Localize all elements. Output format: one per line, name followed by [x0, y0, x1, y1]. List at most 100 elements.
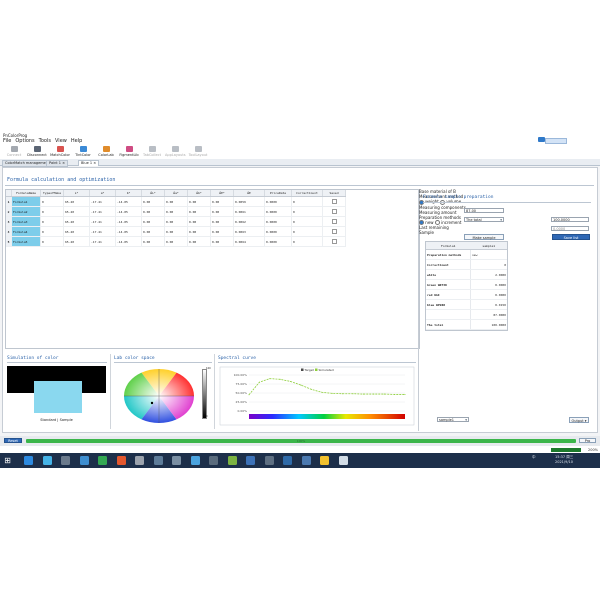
- grid-cell[interactable]: 0.00: [164, 216, 188, 227]
- table-row[interactable]: CorrectCount 0: [426, 259, 507, 270]
- toolbar-tabcollect-button[interactable]: TabCollect: [142, 146, 162, 158]
- grid-cell[interactable]: -14.05: [115, 206, 142, 217]
- grid-cell[interactable]: 0.0062: [233, 216, 265, 227]
- make-sample-button[interactable]: Make sample: [464, 234, 504, 240]
- grid-cell[interactable]: Formula1: [11, 196, 41, 207]
- toolbar-tintcolor-button[interactable]: TintColor: [73, 146, 93, 158]
- grid-cell[interactable]: -17.41: [89, 196, 116, 207]
- grid-cell[interactable]: 0.0000: [264, 226, 292, 237]
- grid-cell[interactable]: 0.00: [141, 196, 165, 207]
- taskbar-app-icon[interactable]: [42, 456, 52, 465]
- sample-select[interactable]: sample1: [437, 417, 469, 423]
- sample-row-value[interactable]: 0: [470, 259, 507, 270]
- grid-cell[interactable]: 0: [40, 196, 64, 207]
- grid-cell[interactable]: 0.0061: [233, 206, 265, 217]
- output-button[interactable]: Output ▾: [569, 417, 589, 423]
- taskbar-app-icon[interactable]: [24, 456, 33, 465]
- taskbar-app-icon[interactable]: [61, 456, 70, 465]
- table-row[interactable]: blue WP900 0.0150: [426, 299, 507, 310]
- saved-checkbox[interactable]: [331, 228, 337, 234]
- grid-cell[interactable]: 0.0000: [264, 236, 292, 247]
- sample-row-value[interactable]: 100.0000: [470, 319, 507, 330]
- grid-cell[interactable]: 0.00: [141, 206, 165, 217]
- sample-row-value[interactable]: 87.0000: [470, 309, 507, 320]
- grid-cell[interactable]: -14.05: [115, 236, 142, 247]
- formula-grid[interactable]: FormulaName TypeofMake L* a* b* ΔL* Δa* Δb* ΔE* Δ…: [5, 189, 420, 349]
- tray-date[interactable]: 2021/9/10: [555, 460, 573, 464]
- toolbar-connect-button[interactable]: Connect: [4, 146, 24, 158]
- windows-start-icon[interactable]: ⊞: [3, 456, 12, 465]
- grid-cell[interactable]: 0: [291, 236, 323, 247]
- toolbar-disconnect-button[interactable]: Disconnect: [27, 146, 47, 158]
- grid-cell[interactable]: 0: [291, 206, 323, 217]
- grid-cell[interactable]: 0.00: [141, 236, 165, 247]
- sample-row-value[interactable]: 0.0150: [470, 299, 507, 310]
- last-remaining-input[interactable]: 0.0000: [551, 226, 589, 231]
- grid-cell[interactable]: Formula4: [11, 226, 41, 237]
- table-row[interactable]: 2 Formula2 0 65.40 -17.41 -14.05 0.00 0.00 0.00 0…: [6, 206, 346, 217]
- grid-cell[interactable]: 0.00: [210, 226, 234, 237]
- grid-cell[interactable]: 65.40: [63, 206, 90, 217]
- grid-cell[interactable]: 0.00: [210, 206, 234, 217]
- taskbar-app-icon[interactable]: [153, 456, 163, 465]
- menu-file[interactable]: File: [3, 138, 11, 144]
- grid-cell[interactable]: -17.41: [89, 236, 116, 247]
- sample-row-value[interactable]: 2.0000: [470, 269, 507, 280]
- base-material-input[interactable]: 87.00: [464, 208, 504, 213]
- taskbar-app-icon[interactable]: [320, 456, 329, 465]
- table-row[interactable]: 3 Formula3 0 65.40 -17.41 -14.05 0.00 0.00 0.00 0…: [6, 216, 346, 227]
- grid-cell[interactable]: 0.00: [164, 236, 188, 247]
- grid-cell[interactable]: 0: [291, 216, 323, 227]
- grid-cell[interactable]: 0.00: [187, 236, 211, 247]
- pro-button[interactable]: Pro: [579, 438, 596, 443]
- sample-table[interactable]: Formula1 sample1 Preparation methods new C…: [425, 241, 508, 331]
- grid-cell[interactable]: 0.0063: [233, 226, 265, 237]
- grid-cell[interactable]: Formula5: [11, 236, 41, 247]
- grid-cell[interactable]: 0.00: [187, 216, 211, 227]
- taskbar-app-icon[interactable]: [301, 456, 311, 465]
- table-row[interactable]: white 2.0000: [426, 269, 507, 280]
- measuring-select[interactable]: The total: [464, 217, 504, 223]
- amount-input[interactable]: 100.0000: [551, 217, 589, 222]
- sample-row-value[interactable]: new: [470, 249, 507, 260]
- table-row[interactable]: 5 Formula5 0 65.40 -17.41 -14.05 0.00 0.00 0.00 0…: [6, 236, 346, 247]
- menu-help[interactable]: Help: [71, 138, 82, 144]
- saved-checkbox[interactable]: [331, 218, 337, 224]
- taskbar-app-icon[interactable]: [79, 456, 89, 465]
- taskbar-app-icon[interactable]: [338, 456, 348, 465]
- grid-cell[interactable]: 0: [40, 216, 64, 227]
- taskbar-app-icon[interactable]: [246, 456, 255, 465]
- grid-cell[interactable]: 0: [40, 226, 64, 237]
- grid-cell[interactable]: -17.41: [89, 216, 116, 227]
- grid-cell[interactable]: 0.00: [210, 216, 234, 227]
- grid-cell[interactable]: 0.0000: [264, 216, 292, 227]
- grid-cell[interactable]: 0.00: [141, 226, 165, 237]
- taskbar-app-icon[interactable]: [172, 456, 181, 465]
- grid-cell[interactable]: 0.00: [164, 196, 188, 207]
- grid-cell[interactable]: 0.00: [141, 216, 165, 227]
- grid-cell[interactable]: Formula2: [11, 206, 41, 217]
- taskbar-app-icon[interactable]: [227, 456, 237, 465]
- grid-cell[interactable]: 65.40: [63, 196, 90, 207]
- taskbar-app-icon[interactable]: [209, 456, 218, 465]
- grid-cell[interactable]: 0.00: [210, 196, 234, 207]
- tray-lang[interactable]: 中: [532, 455, 536, 460]
- menu-view[interactable]: View: [55, 138, 67, 144]
- grid-cell[interactable]: -14.05: [115, 196, 142, 207]
- saved-checkbox[interactable]: [331, 208, 337, 214]
- taskbar-app-icon[interactable]: [135, 456, 144, 465]
- grid-cell[interactable]: -14.05: [115, 216, 142, 227]
- grid-cell[interactable]: 65.40: [63, 216, 90, 227]
- toolbar-toollayout-button[interactable]: ToolLayout: [188, 146, 208, 158]
- toolbar-figmentlib-button[interactable]: FigmentLib: [119, 146, 139, 158]
- toolbar-colorlab-button[interactable]: ColorLab: [96, 146, 116, 158]
- menu-options[interactable]: Options: [15, 138, 34, 144]
- save-list-button[interactable]: Save list: [552, 234, 590, 240]
- grid-cell[interactable]: 0.0059: [233, 196, 265, 207]
- table-row[interactable]: red UGI 0.0000: [426, 289, 507, 300]
- grid-cell[interactable]: 65.40: [63, 226, 90, 237]
- grid-cell[interactable]: 65.40: [63, 236, 90, 247]
- taskbar-app-icon[interactable]: [116, 456, 126, 465]
- taskbar-app-icon[interactable]: [283, 456, 292, 465]
- grid-cell[interactable]: -17.41: [89, 206, 116, 217]
